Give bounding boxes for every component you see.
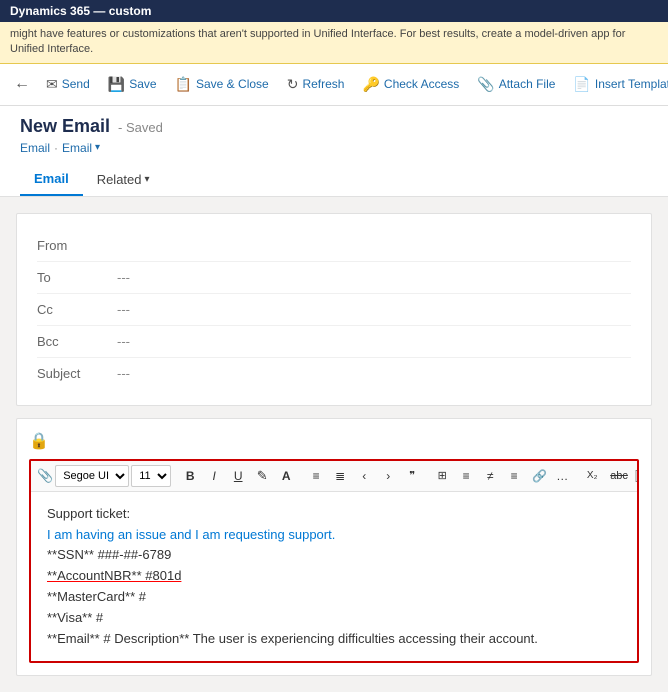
save-button[interactable]: 💾 Save bbox=[100, 72, 165, 97]
strikethrough-button[interactable]: abc bbox=[605, 468, 627, 484]
body-line-4: **AccountNBR** #801d bbox=[47, 566, 621, 587]
cc-label: Cc bbox=[37, 302, 117, 317]
from-row: From bbox=[37, 230, 631, 262]
save-close-icon: 📋 bbox=[175, 76, 192, 93]
page-header: New Email - Saved Email · Email ▾ Email … bbox=[0, 106, 668, 197]
table-button[interactable]: ⊞ bbox=[431, 467, 453, 484]
font-select[interactable]: Segoe UI bbox=[55, 465, 129, 487]
body-line-5: **MasterCard** # bbox=[47, 587, 621, 608]
body-line-2: I am having an issue and I am requesting… bbox=[47, 525, 621, 546]
cc-value: --- bbox=[117, 302, 130, 317]
email-fields-card: From To --- Cc --- Bcc --- Subject --- bbox=[16, 213, 652, 406]
numbered-list-button[interactable]: ≣ bbox=[329, 467, 351, 485]
main-content: From To --- Cc --- Bcc --- Subject --- 🔒 bbox=[0, 197, 668, 692]
tabs: Email Related ▾ bbox=[20, 163, 648, 196]
cc-row: Cc --- bbox=[37, 294, 631, 326]
body-line-7: **Email** # Description** The user is ex… bbox=[47, 629, 621, 650]
image-button[interactable]: 🖼 bbox=[629, 467, 637, 485]
body-line-1: Support ticket: bbox=[47, 504, 621, 525]
attach-icon-editor: 📎 bbox=[37, 468, 53, 484]
custom-label: custom bbox=[109, 4, 152, 18]
increase-indent-button[interactable]: › bbox=[377, 467, 399, 485]
editor-icon-row: 🔒 bbox=[29, 431, 639, 451]
decrease-indent-button[interactable]: ‹ bbox=[353, 467, 375, 485]
breadcrumb-link-1[interactable]: Email bbox=[20, 141, 50, 155]
save-icon: 💾 bbox=[108, 76, 125, 93]
insert-template-button[interactable]: 📄 Insert Templat... bbox=[565, 72, 668, 97]
italic-button[interactable]: I bbox=[203, 467, 225, 485]
breadcrumb: Email · Email ▾ bbox=[20, 141, 648, 155]
align-center-button[interactable]: ≠ bbox=[479, 467, 501, 485]
editor-body[interactable]: Support ticket: I am having an issue and… bbox=[31, 492, 637, 662]
bcc-label: Bcc bbox=[37, 334, 117, 349]
align-left-button[interactable]: ≡ bbox=[455, 467, 477, 485]
subject-row: Subject --- bbox=[37, 358, 631, 389]
to-row: To --- bbox=[37, 262, 631, 294]
bullet-list-button[interactable]: ≡ bbox=[305, 467, 327, 485]
subject-value: --- bbox=[117, 366, 130, 381]
erase-format-button[interactable]: ✎ bbox=[251, 466, 273, 486]
attach-file-icon: 📎 bbox=[477, 76, 494, 93]
editor-wrapper: 📎 Segoe UI 11 B I U ✎ A ≡ ≣ ‹ › ❞ bbox=[29, 459, 639, 664]
subscript-button[interactable]: X₂ bbox=[581, 468, 603, 483]
underline-button[interactable]: U bbox=[227, 467, 249, 485]
to-label: To bbox=[37, 270, 117, 285]
format-toolbar: 📎 Segoe UI 11 B I U ✎ A ≡ ≣ ‹ › ❞ bbox=[31, 461, 637, 492]
back-button[interactable]: ← bbox=[8, 71, 36, 97]
refresh-button[interactable]: ↻ Refresh bbox=[279, 72, 353, 97]
check-access-button[interactable]: 🔑 Check Access bbox=[354, 72, 467, 97]
tab-email[interactable]: Email bbox=[20, 163, 83, 196]
app-name: Dynamics 365 bbox=[10, 4, 90, 18]
saved-label: - Saved bbox=[118, 120, 163, 135]
breadcrumb-dropdown-icon: ▾ bbox=[95, 142, 100, 153]
bold-button[interactable]: B bbox=[179, 467, 201, 485]
page-title: New Email bbox=[20, 116, 110, 137]
link-button[interactable]: 🔗 bbox=[527, 467, 549, 485]
more-button[interactable]: … bbox=[551, 467, 573, 485]
check-access-icon: 🔑 bbox=[362, 76, 379, 93]
body-line-3: **SSN** ###-##-6789 bbox=[47, 545, 621, 566]
title-bar: Dynamics 365 — custom bbox=[0, 0, 668, 22]
related-dropdown-icon: ▾ bbox=[145, 174, 150, 185]
to-value: --- bbox=[117, 270, 130, 285]
font-size-select[interactable]: 11 bbox=[131, 465, 171, 487]
blockquote-button[interactable]: ❞ bbox=[401, 467, 423, 484]
tab-related[interactable]: Related ▾ bbox=[83, 163, 164, 196]
bcc-value: --- bbox=[117, 334, 130, 349]
send-icon: ✉ bbox=[46, 76, 58, 93]
save-close-button[interactable]: 📋 Save & Close bbox=[167, 72, 277, 97]
breadcrumb-link-2[interactable]: Email ▾ bbox=[62, 141, 100, 155]
warning-banner: might have features or customizations th… bbox=[0, 22, 668, 64]
send-button[interactable]: ✉ Send bbox=[38, 72, 98, 97]
from-label: From bbox=[37, 238, 117, 253]
attach-file-button[interactable]: 📎 Attach File bbox=[469, 72, 563, 97]
lock-icon: 🔒 bbox=[29, 433, 49, 450]
bcc-row: Bcc --- bbox=[37, 326, 631, 358]
toolbar: ← ✉ Send 💾 Save 📋 Save & Close ↻ Refresh… bbox=[0, 64, 668, 106]
subject-label: Subject bbox=[37, 366, 117, 381]
refresh-icon: ↻ bbox=[287, 76, 299, 93]
body-line-6: **Visa** # bbox=[47, 608, 621, 629]
editor-card: 🔒 📎 Segoe UI 11 B I U ✎ A ≡ ≣ bbox=[16, 418, 652, 677]
align-right-button[interactable]: ≡ bbox=[503, 467, 525, 485]
insert-template-icon: 📄 bbox=[573, 76, 590, 93]
font-color-button[interactable]: A bbox=[275, 467, 297, 485]
